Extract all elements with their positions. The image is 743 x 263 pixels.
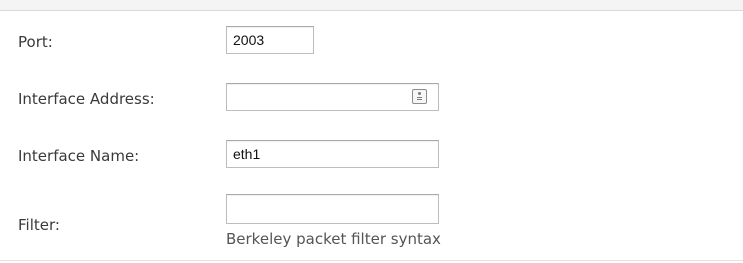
autofill-contact-icon[interactable] [412,89,427,104]
port-label: Port: [18,33,53,51]
interface-address-input[interactable] [226,83,439,111]
interface-address-label: Interface Address: [18,90,155,108]
filter-input[interactable] [226,194,439,224]
interface-name-input[interactable] [226,140,439,168]
bottom-divider [0,260,743,261]
filter-help-text: Berkeley packet filter syntax [226,230,441,248]
section-header-strip [0,0,743,10]
interface-name-label: Interface Name: [18,147,140,165]
port-input[interactable] [226,26,314,54]
section-divider [0,10,743,11]
filter-label: Filter: [18,216,60,234]
